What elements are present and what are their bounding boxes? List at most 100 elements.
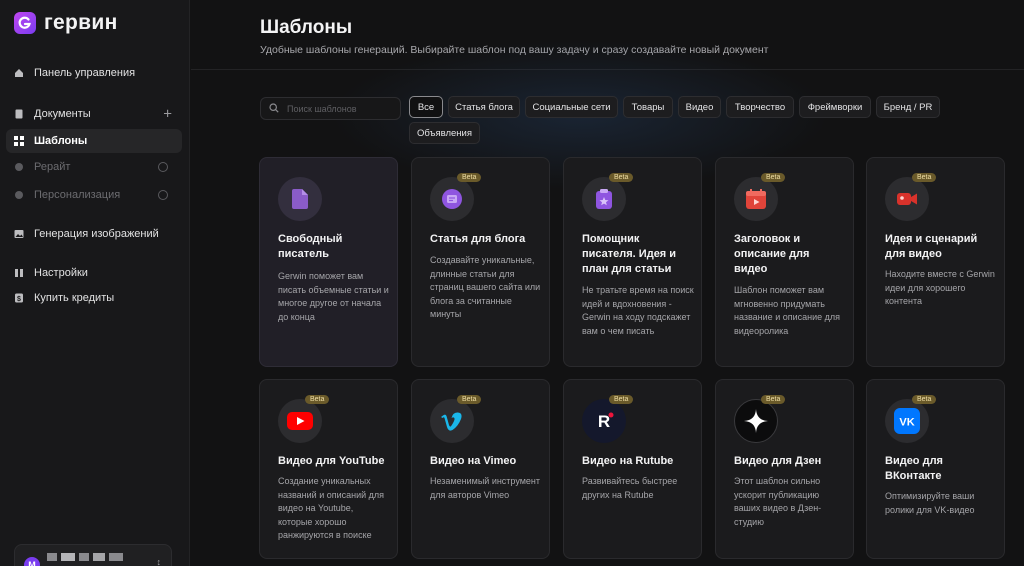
template-card-dzen[interactable]: Beta Видео для Дзен Этот шаблон сильно у… [715,379,854,559]
svg-text:R: R [598,412,610,431]
filter-products[interactable]: Товары [623,96,673,118]
idea-icon [582,177,626,221]
template-card-vimeo[interactable]: Beta Видео на Vimeo Незаменимый инструме… [411,379,550,559]
template-card-video-title[interactable]: Beta Заголовок и описание для видео Шабл… [715,157,854,367]
redacted-username [47,553,57,561]
sidebar-item-label: Генерация изображений [34,228,159,240]
template-card-writer-assistant[interactable]: Beta Помощник писателя. Идея и план для … [563,157,702,367]
card-description: Создание уникальных названий и описаний … [278,476,385,540]
grid-icon [14,136,24,146]
card-title: Видео на Vimeo [430,455,517,467]
dzen-icon [734,399,778,443]
card-title: Видео для YouTube [278,455,385,467]
filter-ads[interactable]: Объявления [409,122,480,144]
sidebar-item-label: Персонализация [34,189,121,201]
beta-badge: Beta [305,395,330,404]
beta-badge: Beta [912,395,937,404]
template-card-video-idea[interactable]: Beta Идея и сценарий для видео Находите … [866,157,1005,367]
search-icon [269,100,279,118]
rutube-icon: R [582,399,626,443]
card-description: Развивайтесь быстрее других на Rutube [582,476,678,500]
beta-badge: Beta [457,395,482,404]
sidebar-item-image-generation[interactable]: Генерация изображений [6,222,182,246]
sidebar-item-label: Шаблоны [34,135,88,147]
card-description: Находите вместе с Gerwin идеи для хороше… [885,269,995,306]
rewrite-icon [14,162,24,172]
sidebar-item-label: Панель управления [34,67,136,79]
youtube-icon [278,399,322,443]
personalization-icon [14,190,24,200]
template-card-youtube[interactable]: Beta Видео для YouTube Создание уникальн… [259,379,398,559]
filter-creativity[interactable]: Творчество [726,96,794,118]
article-icon [430,177,474,221]
beta-badge: Beta [609,173,634,182]
svg-text:$: $ [17,296,21,303]
filter-frameworks[interactable]: Фреймворки [799,96,871,118]
filter-all[interactable]: Все [409,96,443,118]
filter-video[interactable]: Видео [678,96,721,118]
page-title: Шаблоны [260,17,353,38]
vk-icon: VK [885,399,929,443]
image-icon [14,229,24,239]
card-title: Видео для ВКонтакте [885,455,943,482]
gervin-logo-icon [14,12,36,34]
beta-badge: Beta [912,173,937,182]
settings-icon [14,268,24,278]
card-description: Создавайте уникальные, длинные статьи дл… [430,255,541,319]
card-description: Незаменимый инструмент для авторов Vimeo [430,476,541,500]
lock-icon [158,162,168,172]
video-calendar-icon [734,177,778,221]
add-document-button[interactable]: + [163,106,172,123]
documents-icon [14,109,24,119]
card-title: Статья для блога [430,233,526,245]
sidebar-item-templates[interactable]: Шаблоны [6,129,182,153]
card-description: Не тратьте время на поиск идей и вдохнов… [582,285,694,336]
vimeo-icon [430,399,474,443]
card-description: Шаблон поможет вам мгновенно придумать н… [734,285,841,336]
card-description: Gerwin поможет вам писать объемные стать… [278,271,389,322]
sidebar-item-rewrite[interactable]: Рерайт [6,155,182,179]
card-title: Заголовок и описание для видео [734,233,810,275]
card-title: Видео для Дзен [734,455,822,467]
sidebar-item-label: Рерайт [34,161,71,173]
user-menu[interactable]: M ↕ [14,544,172,566]
avatar: M [24,557,40,566]
sidebar-item-personalization[interactable]: Персонализация [6,183,182,207]
logo[interactable]: гервин [14,11,118,35]
sidebar: гервин Панель управления Документы + Шаб… [0,0,190,566]
camera-icon [885,177,929,221]
app-name: гервин [44,11,118,34]
template-card-rutube[interactable]: R Beta Видео на Rutube Развивайтесь быст… [563,379,702,559]
svg-text:VK: VK [899,417,914,429]
beta-badge: Beta [761,173,786,182]
search-box[interactable] [260,97,401,120]
filter-social-networks[interactable]: Социальные сети [525,96,618,118]
card-title: Видео на Rutube [582,455,674,467]
search-input[interactable] [287,103,387,114]
sidebar-item-label: Купить кредиты [34,292,115,304]
sidebar-item-settings[interactable]: Настройки [6,261,182,285]
card-title: Свободный писатель [278,233,343,260]
filter-brand-pr[interactable]: Бренд / PR [876,96,940,118]
card-description: Оптимизируйте ваши ролики для VK-видео [885,491,975,515]
template-card-free-writer[interactable]: Свободный писатель Gerwin поможет вам пи… [259,157,398,367]
document-icon [278,177,322,221]
redacted-username [109,553,123,561]
lock-icon [158,190,168,200]
page-subtitle: Удобные шаблоны генераций. Выбирайте шаб… [260,44,769,56]
card-title: Помощник писателя. Идея и план для стать… [582,233,677,275]
template-card-blog-article[interactable]: Beta Статья для блога Создавайте уникаль… [411,157,550,367]
redacted-username [93,553,105,561]
sidebar-item-dashboard[interactable]: Панель управления [6,61,182,85]
sidebar-item-label: Документы [34,108,91,120]
dashboard-icon [14,68,24,78]
page-header: Шаблоны Удобные шаблоны генераций. Выбир… [191,0,1024,70]
credits-icon: $ [14,293,24,303]
template-card-vkontakte[interactable]: VK Beta Видео для ВКонтакте Оптимизируйт… [866,379,1005,559]
sidebar-item-buy-credits[interactable]: $ Купить кредиты [6,286,182,310]
filter-blog-article[interactable]: Статья блога [448,96,520,118]
sidebar-item-documents[interactable]: Документы + [6,102,182,126]
card-description: Этот шаблон сильно ускорит публикацию ва… [734,476,822,527]
card-title: Идея и сценарий для видео [885,233,978,260]
beta-badge: Beta [761,395,786,404]
